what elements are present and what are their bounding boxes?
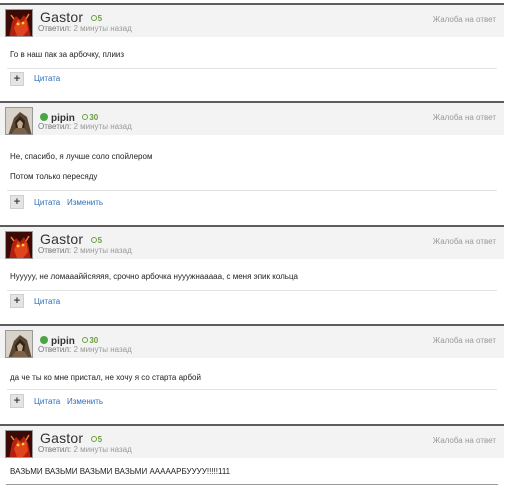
answered-line: Ответил: 2 минуты назад	[38, 445, 132, 454]
reputation-icon	[82, 337, 89, 343]
post-header: Gastor 5 Ответил: 2 минуты назад Жалоба …	[0, 424, 504, 458]
edit-link[interactable]: Изменить	[67, 198, 103, 207]
answered-label: Ответил:	[38, 345, 72, 354]
author-name[interactable]: Gastor	[40, 430, 83, 446]
reputation-value: 5	[97, 435, 103, 444]
quote-link[interactable]: Цитата	[34, 397, 60, 406]
divider	[7, 68, 497, 69]
avatar[interactable]	[5, 9, 33, 37]
online-status-icon	[40, 336, 48, 344]
post-time: 2 минуты назад	[73, 24, 132, 33]
divider	[7, 190, 497, 191]
answered-label: Ответил:	[38, 24, 72, 33]
quote-link[interactable]: Цитата	[34, 198, 60, 207]
online-status-icon	[40, 113, 48, 121]
avatar[interactable]	[5, 231, 33, 259]
answered-label: Ответил:	[38, 122, 72, 131]
report-link[interactable]: Жалоба на ответ	[433, 15, 496, 24]
quote-link[interactable]: Цитата	[34, 74, 60, 83]
post-time: 2 минуты назад	[73, 445, 132, 454]
reputation-icon	[90, 237, 97, 243]
post-2: pipin 30 Ответил: 2 минуты назад Жалоба …	[0, 101, 506, 219]
post-text: да че ты ко мне пристал, не хочу я со ст…	[10, 373, 201, 382]
avatar[interactable]	[5, 330, 33, 358]
report-link[interactable]: Жалоба на ответ	[433, 436, 496, 445]
reputation-badge: 30	[82, 336, 98, 345]
quote-link[interactable]: Цитата	[34, 297, 60, 306]
avatar[interactable]	[5, 107, 33, 135]
post-time: 2 минуты назад	[73, 122, 132, 131]
post-time: 2 минуты назад	[73, 246, 132, 255]
reputation-badge: 30	[82, 113, 98, 122]
post-4: pipin 30 Ответил: 2 минуты назад Жалоба …	[0, 324, 506, 420]
plus-icon: +	[13, 395, 21, 407]
red-demon-avatar-icon	[6, 232, 32, 258]
author-name[interactable]: Gastor	[40, 231, 83, 247]
report-link[interactable]: Жалоба на ответ	[433, 113, 496, 122]
post-text: Нууууу, не ломаааййсяяяя, срочно арбочка…	[10, 272, 298, 281]
hooded-figure-avatar-icon	[6, 108, 32, 134]
report-link[interactable]: Жалоба на ответ	[433, 336, 496, 345]
reputation-badge: 5	[90, 14, 103, 23]
post-header: pipin 30 Ответил: 2 минуты назад Жалоба …	[0, 101, 504, 135]
hooded-figure-avatar-icon	[6, 331, 32, 357]
report-link[interactable]: Жалоба на ответ	[433, 237, 496, 246]
post-5: Gastor 5 Ответил: 2 минуты назад Жалоба …	[0, 424, 506, 484]
reputation-icon	[82, 114, 89, 120]
answered-line: Ответил: 2 минуты назад	[38, 345, 132, 354]
reputation-value: 30	[89, 113, 99, 122]
post-3: Gastor 5 Ответил: 2 минуты назад Жалоба …	[0, 225, 506, 317]
plus-button[interactable]: +	[10, 394, 24, 408]
post-text: Го в наш пак за арбочку, плииз	[10, 50, 125, 59]
plus-icon: +	[13, 196, 21, 208]
red-demon-avatar-icon	[6, 431, 32, 457]
bottom-divider	[6, 484, 498, 485]
avatar[interactable]	[5, 430, 33, 458]
plus-icon: +	[13, 295, 21, 307]
author-name[interactable]: Gastor	[40, 9, 83, 25]
post-header: Gastor 5 Ответил: 2 минуты назад Жалоба …	[0, 3, 504, 37]
answered-line: Ответил: 2 минуты назад	[38, 246, 132, 255]
reputation-icon	[90, 15, 97, 21]
plus-button[interactable]: +	[10, 195, 24, 209]
post-text: ВАЗЬМИ ВАЗЬМИ ВАЗЬМИ ВАЗЬМИ АААААРБУУУУ!…	[10, 467, 231, 476]
edit-link[interactable]: Изменить	[67, 397, 103, 406]
divider	[7, 389, 497, 390]
reputation-value: 5	[97, 14, 103, 23]
post-header: Gastor 5 Ответил: 2 минуты назад Жалоба …	[0, 225, 504, 259]
reputation-badge: 5	[90, 435, 103, 444]
answered-line: Ответил: 2 минуты назад	[38, 24, 132, 33]
red-demon-avatar-icon	[6, 10, 32, 36]
plus-button[interactable]: +	[10, 72, 24, 86]
reputation-icon	[90, 436, 97, 442]
answered-label: Ответил:	[38, 246, 72, 255]
post-text: Потом только пересяду	[10, 172, 98, 181]
plus-icon: +	[13, 73, 21, 85]
answered-label: Ответил:	[38, 445, 72, 454]
divider	[7, 290, 497, 291]
plus-button[interactable]: +	[10, 294, 24, 308]
reputation-value: 5	[97, 236, 103, 245]
answered-line: Ответил: 2 минуты назад	[38, 122, 132, 131]
post-header: pipin 30 Ответил: 2 минуты назад Жалоба …	[0, 324, 504, 358]
reputation-badge: 5	[90, 236, 103, 245]
post-time: 2 минуты назад	[73, 345, 132, 354]
reputation-value: 30	[89, 336, 99, 345]
post-text: Не, спасибо, я лучше соло спойлером	[10, 152, 153, 161]
post-1: Gastor 5 Ответил: 2 минуты назад Жалоба …	[0, 3, 506, 95]
